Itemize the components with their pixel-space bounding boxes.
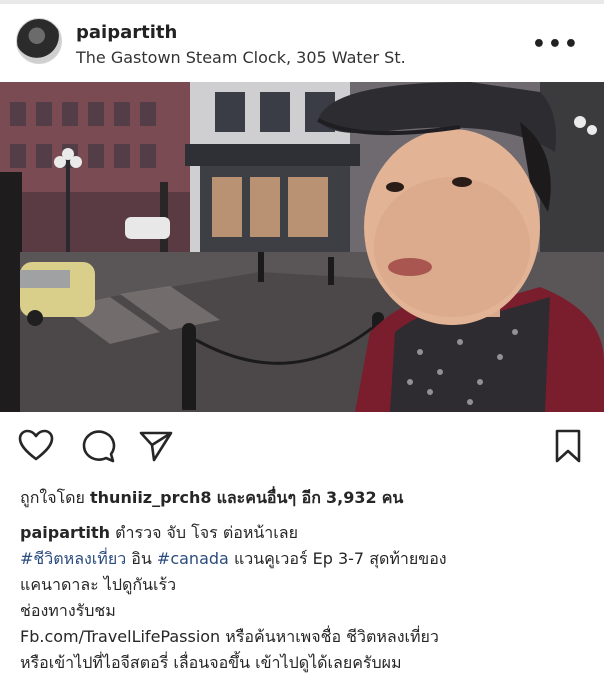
heart-icon[interactable]	[18, 428, 54, 464]
hashtag-link[interactable]: #ชีวิตหลงเที่ยว	[20, 549, 126, 568]
likes-others-text[interactable]: และคนอื่นๆ อีก	[217, 488, 321, 507]
post-username[interactable]: paipartith	[76, 22, 177, 43]
post-location[interactable]: The Gastown Steam Clock, 305 Water St.	[76, 48, 406, 67]
comment-icon[interactable]	[80, 428, 116, 464]
post-header: paipartith The Gastown Steam Clock, 305 …	[0, 4, 604, 82]
caption-line-5: Fb.com/TravelLifePassion หรือค้นหาเพจชื่…	[20, 627, 439, 646]
avatar[interactable]	[16, 18, 62, 64]
caption-line-3: แคนาดาละ ไปดูกันเร้ว	[20, 575, 177, 594]
caption-line-2: #ชีวิตหลงเที่ยว อิน #canada แวนคูเวอร์ E…	[20, 546, 590, 572]
caption-username[interactable]: paipartith	[20, 523, 110, 542]
caption-text-1: ตำรวจ จับ โจร ต่อหน้าเลย	[115, 523, 298, 542]
liked-by-user[interactable]: thuniiz_prch8	[90, 488, 211, 507]
caption-line-6: หรือเข้าไปที่ไอจีสตอรี่ เลื่อนจอขึ้น เข้…	[20, 653, 402, 672]
likes-count[interactable]: 3,932	[326, 488, 377, 507]
post-actions	[0, 418, 604, 472]
send-icon[interactable]	[138, 428, 174, 464]
caption-text-2a: อิน	[131, 549, 152, 568]
likes-summary[interactable]: ถูกใจโดย thuniiz_prch8 และคนอื่นๆ อีก 3,…	[20, 486, 403, 511]
post-caption: paipartith ตำรวจ จับ โจร ต่อหน้าเลย #ชีว…	[20, 520, 590, 676]
hashtag-link[interactable]: #canada	[157, 549, 229, 568]
caption-line-4: ช่องทางรับชม	[20, 601, 116, 620]
more-horizontal-icon[interactable]: •••	[532, 32, 580, 57]
likes-suffix: คน	[381, 488, 404, 507]
likes-prefix: ถูกใจโดย	[20, 488, 85, 507]
post-photo[interactable]	[0, 82, 604, 412]
bookmark-icon[interactable]	[550, 428, 586, 464]
caption-line-1: paipartith ตำรวจ จับ โจร ต่อหน้าเลย	[20, 520, 590, 546]
caption-text-2b: แวนคูเวอร์ Ep 3-7 สุดท้ายของ	[233, 549, 447, 568]
